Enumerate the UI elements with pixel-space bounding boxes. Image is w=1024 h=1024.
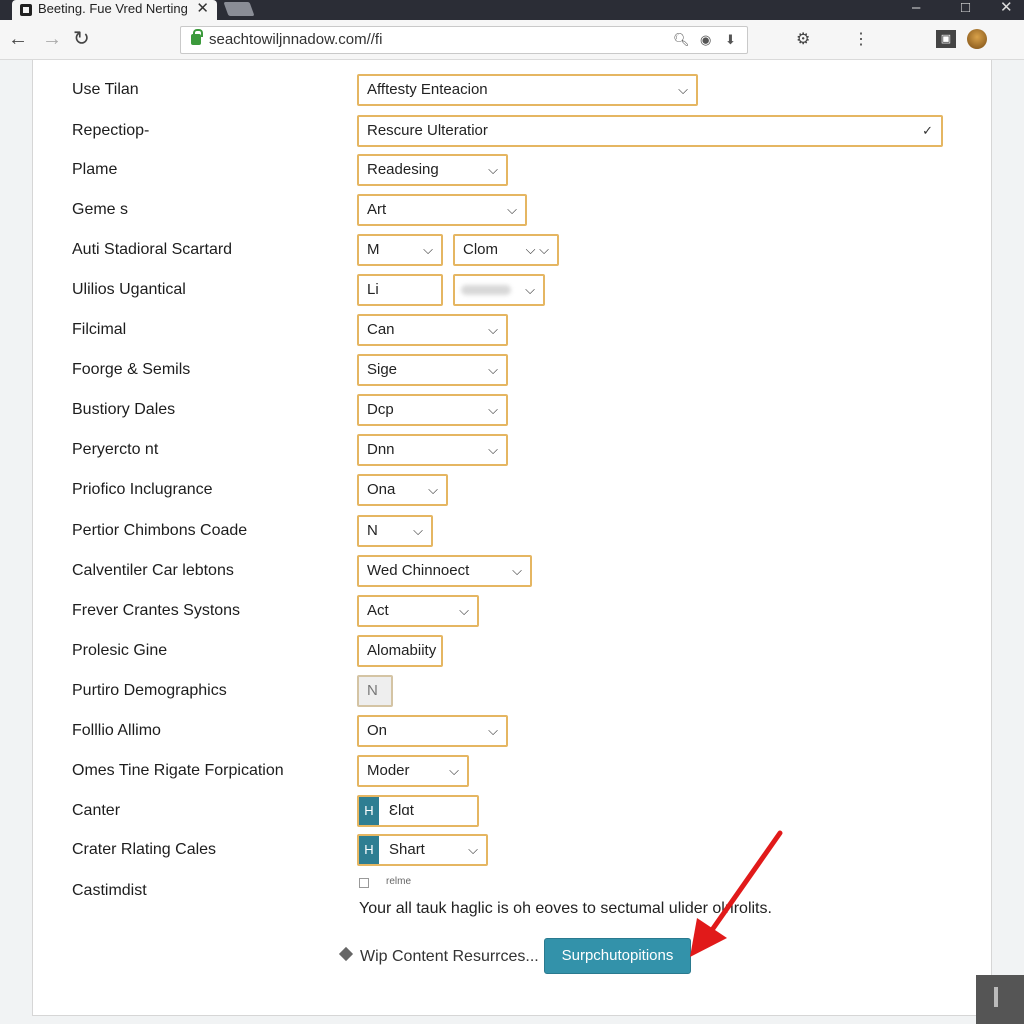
- red-arrow-icon: [690, 830, 783, 957]
- scrollbar-thumb[interactable]: [976, 975, 1024, 1024]
